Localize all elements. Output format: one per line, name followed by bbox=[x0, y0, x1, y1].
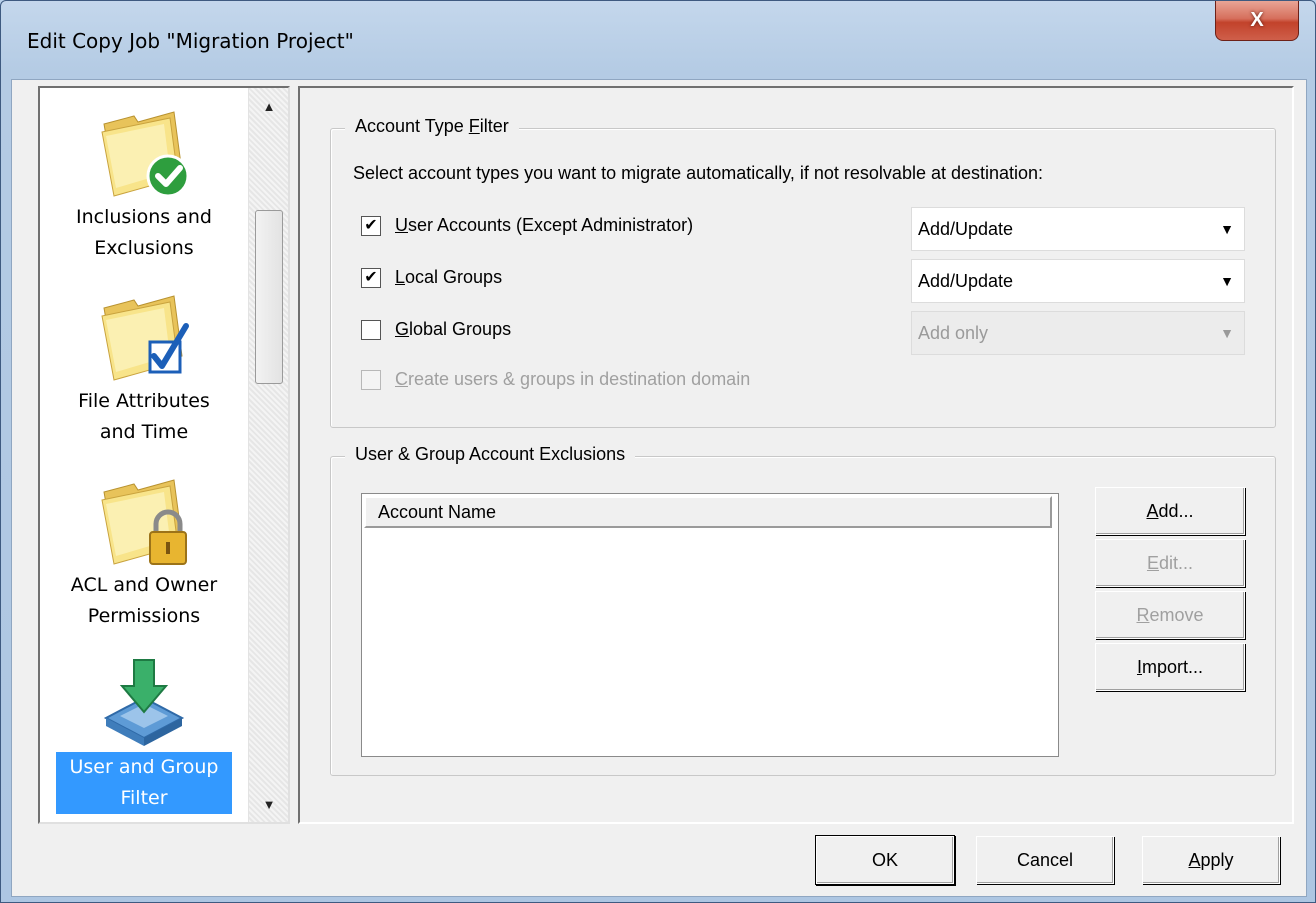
nav-item-inclusions[interactable]: Inclusions and Exclusions bbox=[40, 102, 248, 264]
nav-item-label: ACL and Owner Permissions bbox=[70, 574, 218, 627]
checkbox-label: User Accounts (Except Administrator) bbox=[395, 215, 694, 235]
local-groups-action-select[interactable]: Add/Update ▼ bbox=[911, 259, 1245, 303]
nav-item-file-attributes[interactable]: File Attributes and Time bbox=[40, 286, 248, 448]
edit-button: Edit... bbox=[1095, 539, 1245, 587]
scroll-up-icon[interactable]: ▲ bbox=[249, 88, 289, 124]
scroll-down-icon[interactable]: ▼ bbox=[249, 786, 289, 822]
apply-button[interactable]: Apply bbox=[1142, 836, 1280, 884]
filter-description: Select account types you want to migrate… bbox=[353, 163, 1044, 183]
remove-button: Remove bbox=[1095, 591, 1245, 639]
account-exclusions-list[interactable]: Account Name bbox=[361, 493, 1059, 757]
ok-button[interactable]: OK bbox=[816, 836, 954, 884]
user-accounts-checkbox[interactable]: ✔ User Accounts (Except Administrator) bbox=[361, 215, 693, 236]
nav-item-user-group-filter[interactable]: User and Group Filter bbox=[40, 652, 248, 814]
settings-panel: Account Type Filter Select account types… bbox=[298, 86, 1294, 824]
nav-item-label: File Attributes and Time bbox=[78, 390, 210, 443]
nav-item-label: User and Group Filter bbox=[56, 752, 232, 814]
chevron-down-icon: ▼ bbox=[1220, 273, 1234, 289]
import-button[interactable]: Import... bbox=[1095, 643, 1245, 691]
global-groups-checkbox[interactable]: Global Groups bbox=[361, 319, 511, 340]
category-list[interactable]: Inclusions and Exclusions File Attribute… bbox=[38, 86, 290, 824]
account-type-filter-group: Account Type Filter Select account types… bbox=[330, 116, 1276, 428]
nav-item-acl[interactable]: ACL and Owner Permissions bbox=[40, 470, 248, 632]
chevron-down-icon: ▼ bbox=[1220, 221, 1234, 237]
group-title: User & Group Account Exclusions bbox=[345, 444, 636, 465]
column-header-account-name[interactable]: Account Name bbox=[364, 496, 1052, 528]
user-accounts-action-select[interactable]: Add/Update ▼ bbox=[911, 207, 1245, 251]
create-users-checkbox: Create users & groups in destination dom… bbox=[361, 369, 750, 390]
add-button[interactable]: Add... bbox=[1095, 487, 1245, 535]
checkbox-label: Local Groups bbox=[395, 267, 503, 287]
global-groups-action-select: Add only ▼ bbox=[911, 311, 1245, 355]
checkbox-unchecked-icon[interactable] bbox=[361, 319, 381, 340]
checkbox-label: Global Groups bbox=[395, 319, 512, 339]
dialog-window: Edit Copy Job "Migration Project" X Incl… bbox=[0, 0, 1316, 903]
account-exclusions-group: User & Group Account Exclusions Account … bbox=[330, 444, 1276, 776]
local-groups-checkbox[interactable]: ✔ Local Groups bbox=[361, 267, 502, 288]
close-icon: X bbox=[1250, 9, 1264, 31]
checkbox-checked-icon[interactable]: ✔ bbox=[361, 267, 381, 288]
checkbox-label: Create users & groups in destination dom… bbox=[395, 369, 751, 389]
cancel-button[interactable]: Cancel bbox=[976, 836, 1114, 884]
checkbox-disabled-icon bbox=[361, 369, 381, 390]
checkbox-checked-icon[interactable]: ✔ bbox=[361, 215, 381, 236]
download-tray-icon bbox=[94, 652, 194, 752]
nav-item-label: Inclusions and Exclusions bbox=[76, 206, 212, 259]
scrollbar-thumb[interactable] bbox=[255, 210, 283, 384]
close-button[interactable]: X bbox=[1215, 1, 1299, 41]
folder-lock-icon bbox=[94, 470, 194, 570]
group-title: Account Type Filter bbox=[345, 116, 519, 137]
folder-check-icon bbox=[94, 102, 194, 202]
folder-checkbox-icon bbox=[94, 286, 194, 386]
title-bar[interactable]: Edit Copy Job "Migration Project" X bbox=[1, 1, 1315, 79]
chevron-down-icon: ▼ bbox=[1220, 325, 1234, 341]
dialog-client-area: Inclusions and Exclusions File Attribute… bbox=[11, 79, 1307, 897]
nav-scrollbar[interactable]: ▲ ▼ bbox=[248, 88, 288, 822]
window-title: Edit Copy Job "Migration Project" bbox=[27, 29, 354, 53]
